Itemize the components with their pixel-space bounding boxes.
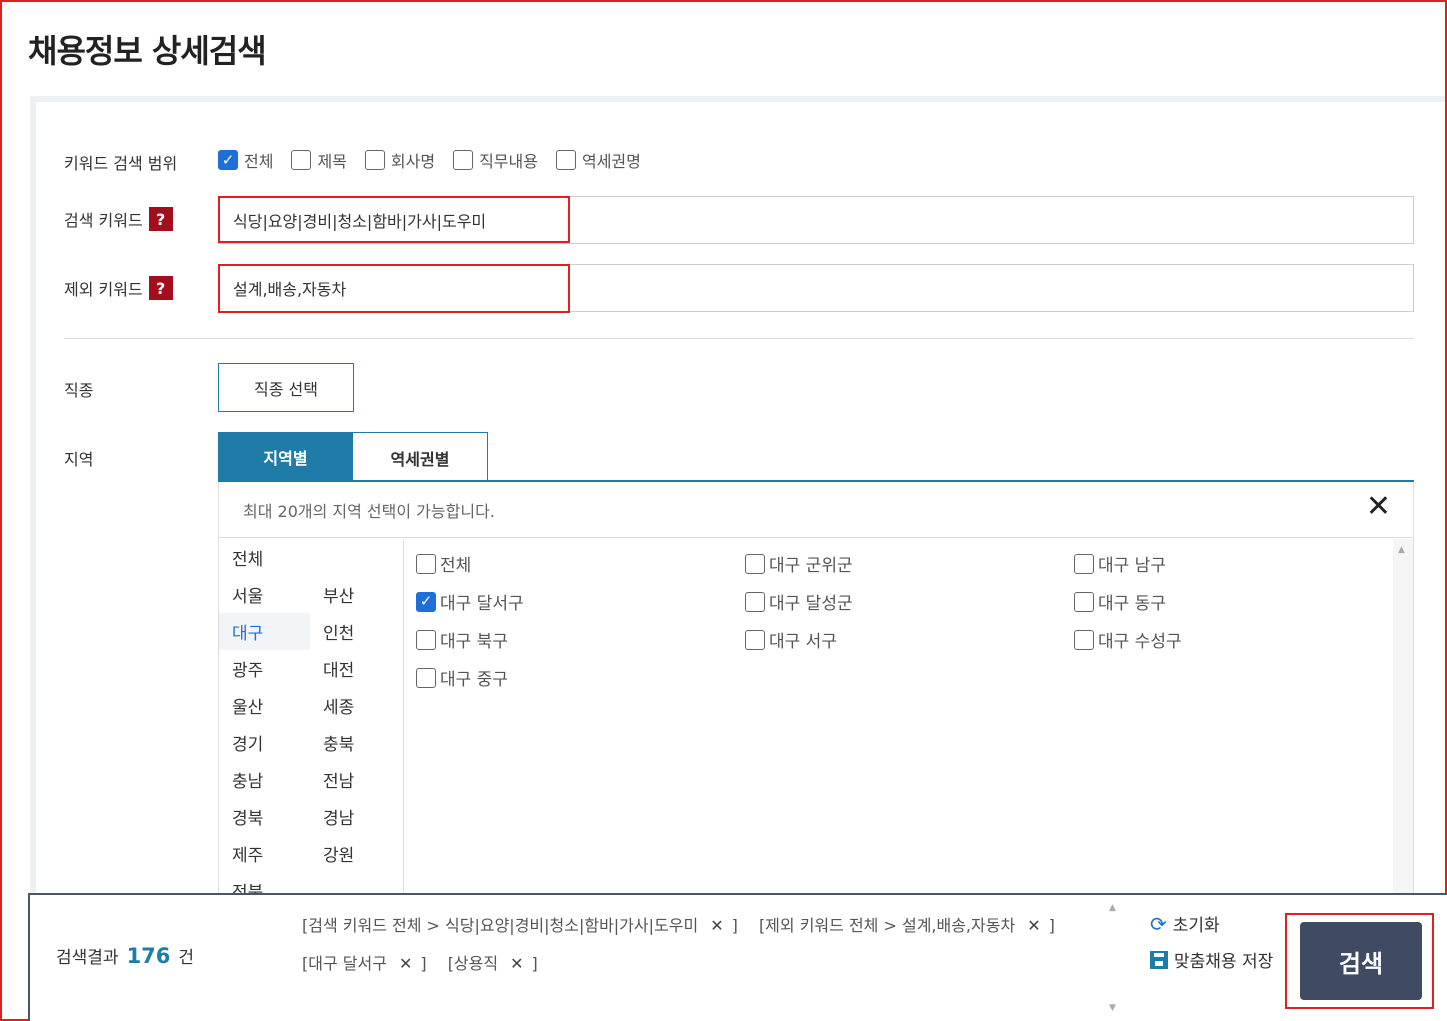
scroll-up-icon[interactable]: ▲ [1109,903,1116,913]
search-keyword-field [218,196,1414,244]
district-scrollbar[interactable]: ▲ [1393,539,1413,896]
tags-scrollbar[interactable]: ▲ ▼ [1104,899,1122,1017]
tab-by-region[interactable]: 지역별 [218,432,353,482]
filter-tag: [상용직 ✕] [447,954,538,973]
city-item[interactable]: 충남 [219,761,310,798]
search-keyword-label: 검색 키워드 ? [64,207,173,231]
exclude-keyword-label: 제외 키워드 ? [64,276,173,300]
city-item[interactable]: 광주 [219,650,310,687]
district-option[interactable]: 전체 [416,551,471,576]
city-item[interactable]: 충북 [310,724,401,761]
checkbox-icon[interactable] [1074,591,1094,612]
scope-option-job-desc[interactable]: 직무내용 [453,148,538,172]
checkbox-checked-icon[interactable]: ✓ [416,591,436,612]
region-label: 지역 [64,450,94,469]
city-item[interactable]: 경북 [219,798,310,835]
city-item[interactable]: 세종 [310,687,401,724]
checkbox-icon[interactable] [416,667,436,688]
exclude-keyword-field [218,264,1414,312]
city-item[interactable]: 강원 [310,835,401,872]
district-option[interactable]: 대구 군위군 [745,551,853,576]
scope-option-all[interactable]: ✓ 전체 [218,148,273,172]
filter-tag: [대구 달서구 ✕] [302,954,427,973]
city-item[interactable]: 전남 [310,761,401,798]
checkbox-icon[interactable] [555,150,576,170]
scope-option-company[interactable]: 회사명 [364,148,435,172]
keyword-scope-options: ✓ 전체 제목 회사명 직무내용 역세권명 [218,148,641,172]
keyword-scope-label: 키워드 검색 범위 [64,154,178,173]
region-notice: 최대 20개의 지역 선택이 가능합니다. ✕ [219,482,1413,538]
scope-option-title[interactable]: 제목 [291,148,347,172]
refresh-icon: ⟳ [1150,911,1167,936]
district-list: 전체 대구 군위군 대구 남구 ✓ 대구 달서구 대구 달성군 대구 동구 대구 … [405,539,1395,896]
city-item[interactable]: 경남 [310,798,401,835]
job-type-select-button[interactable]: 직종 선택 [218,363,354,412]
result-bar: 검색결과 176 건 [검색 키워드 전체 > 식당|요양|경비|청소|함바|가… [28,893,1447,1021]
search-button[interactable]: 검색 [1300,922,1422,1000]
district-option[interactable]: 대구 중구 [416,665,508,690]
city-item[interactable]: 울산 [219,687,310,724]
filter-tag: [제외 키워드 전체 > 설계,배송,자동차 ✕] [758,916,1055,935]
result-summary: 검색결과 176 건 [56,944,195,968]
city-item[interactable]: 제주 [219,835,310,872]
checkbox-icon[interactable] [1074,553,1094,574]
scroll-up-icon[interactable]: ▲ [1398,545,1405,555]
district-option[interactable]: ✓ 대구 달서구 [416,589,524,614]
checkbox-icon[interactable] [291,150,312,170]
district-option[interactable]: 대구 서구 [745,627,837,652]
checkbox-icon[interactable] [364,150,385,170]
job-type-label: 직종 [64,381,94,400]
city-item[interactable]: 경기 [219,724,310,761]
district-option[interactable]: 대구 남구 [1074,551,1166,576]
checkbox-icon[interactable] [416,629,436,650]
exclude-keyword-input[interactable] [219,265,1413,311]
scope-option-station[interactable]: 역세권명 [555,148,641,172]
city-item[interactable]: 인천 [310,613,401,650]
city-item[interactable]: 대전 [310,650,401,687]
result-count: 176 [126,944,171,968]
search-keyword-input[interactable] [219,197,1413,243]
remove-tag-icon[interactable]: ✕ [399,954,412,973]
remove-tag-icon[interactable]: ✕ [1027,916,1040,935]
city-item[interactable]: 전체 [219,539,310,576]
checkbox-icon[interactable] [453,150,474,170]
tab-by-station[interactable]: 역세권별 [352,432,488,482]
checkbox-icon[interactable] [416,553,436,574]
save-custom-search-button[interactable]: 맞춤채용 저장 [1150,947,1273,972]
city-item[interactable]: 부산 [310,576,401,613]
checkbox-icon[interactable] [1074,629,1094,650]
save-icon [1150,950,1168,969]
checkbox-checked-icon[interactable]: ✓ [218,150,238,170]
help-icon[interactable]: ? [148,276,173,300]
reset-button[interactable]: ⟳ 초기화 [1150,911,1220,937]
district-option[interactable]: 대구 북구 [416,627,508,652]
district-option[interactable]: 대구 동구 [1074,589,1166,614]
page-title: 채용정보 상세검색 [28,32,267,70]
close-icon[interactable]: ✕ [1366,492,1391,522]
checkbox-icon[interactable] [745,629,765,650]
district-option[interactable]: 대구 달성군 [745,589,853,614]
help-icon[interactable]: ? [148,207,173,231]
scroll-down-icon[interactable]: ▼ [1109,1003,1116,1013]
filter-tags: [검색 키워드 전체 > 식당|요양|경비|청소|함바|가사|도우미 ✕] [제외… [302,907,1102,983]
district-option[interactable]: 대구 수성구 [1074,627,1182,652]
filter-tag: [검색 키워드 전체 > 식당|요양|경비|청소|함바|가사|도우미 ✕] [302,916,738,935]
region-selector: 최대 20개의 지역 선택이 가능합니다. ✕ 전체 서울 부산 대구 인천 광… [218,482,1414,896]
city-item[interactable]: 서울 [219,576,310,613]
city-list: 전체 서울 부산 대구 인천 광주 대전 울산 세종 경기 충북 충남 전남 경… [219,539,404,896]
remove-tag-icon[interactable]: ✕ [710,916,723,935]
remove-tag-icon[interactable]: ✕ [510,954,523,973]
checkbox-icon[interactable] [745,553,765,574]
divider [64,338,1414,339]
city-item-active[interactable]: 대구 [219,613,310,650]
checkbox-icon[interactable] [745,591,765,612]
